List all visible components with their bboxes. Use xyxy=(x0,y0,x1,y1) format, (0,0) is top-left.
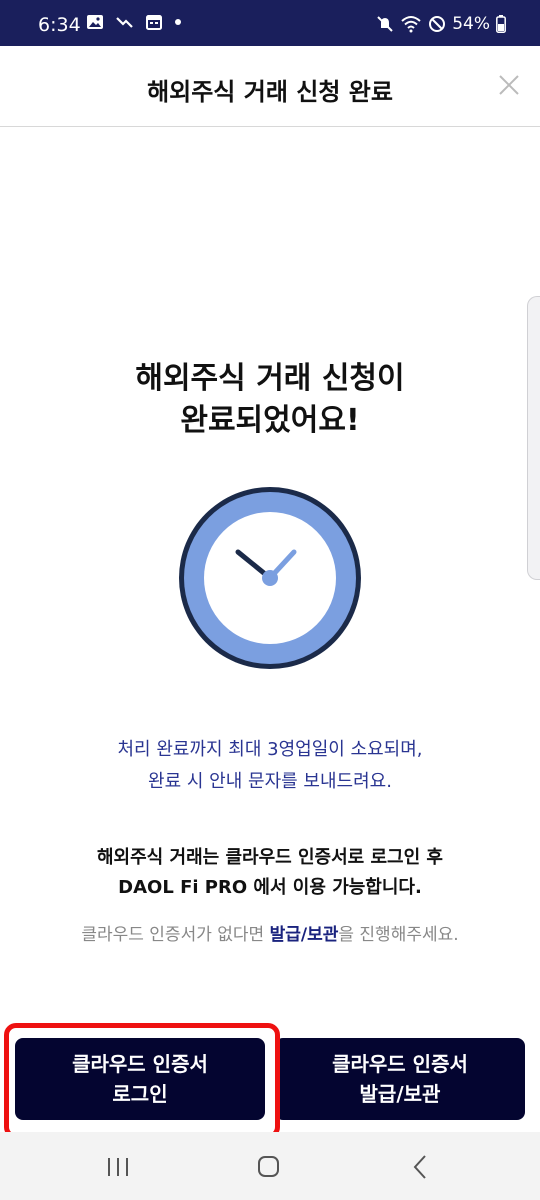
home-icon[interactable] xyxy=(248,1152,288,1182)
navigation-bar xyxy=(0,1132,540,1200)
completion-title-line1: 해외주식 거래 신청이 xyxy=(135,361,405,396)
wifi-icon xyxy=(401,16,421,33)
login-button-line2: 로그인 xyxy=(112,1082,168,1106)
clock-icon xyxy=(179,487,361,669)
login-button-line1: 클라우드 인증서 xyxy=(72,1052,208,1076)
certificate-hint-suffix: 을 진행해주세요. xyxy=(338,925,459,945)
recent-apps-icon[interactable] xyxy=(98,1152,138,1182)
status-icons-right: 54% xyxy=(376,14,506,34)
processing-info-line1: 처리 완료까지 최대 3영업일이 소요되며, xyxy=(117,739,423,760)
missed-call-icon xyxy=(116,17,133,28)
certificate-hint-prefix: 클라우드 인증서가 없다면 xyxy=(81,925,270,945)
mute-icon xyxy=(377,16,393,32)
status-icons-left xyxy=(86,14,182,30)
do-not-disturb-icon xyxy=(429,16,446,32)
calendar-icon xyxy=(146,15,162,30)
back-icon[interactable] xyxy=(400,1152,440,1182)
certificate-hint: 클라우드 인증서가 없다면 발급/보관을 진행해주세요. xyxy=(0,920,540,945)
trading-notice-line2: DAOL Fi PRO 에서 이용 가능합니다. xyxy=(118,877,422,898)
processing-info-line2: 완료 시 안내 문자를 보내드려요. xyxy=(148,771,392,792)
trading-notice-line1: 해외주식 거래는 클라우드 인증서로 로그인 후 xyxy=(97,847,443,868)
completion-title-line2: 완료되었어요! xyxy=(180,403,360,438)
cloud-cert-login-button[interactable]: 클라우드 인증서 로그인 xyxy=(15,1038,265,1120)
issue-button-line1: 클라우드 인증서 xyxy=(332,1052,468,1076)
issue-button-line2: 발급/보관 xyxy=(359,1082,441,1106)
header: 해외주식 거래 신청 완료 xyxy=(0,46,540,127)
battery-icon xyxy=(496,15,506,33)
page-title: 해외주식 거래 신청 완료 xyxy=(147,78,393,106)
image-icon xyxy=(87,15,103,29)
trading-notice: 해외주식 거래는 클라우드 인증서로 로그인 후 DAOL Fi PRO 에서 … xyxy=(0,843,540,903)
dot-icon xyxy=(175,19,181,25)
battery-percent: 54% xyxy=(452,14,490,34)
cloud-cert-issue-button[interactable]: 클라우드 인증서 발급/보관 xyxy=(275,1038,525,1120)
completion-title: 해외주식 거래 신청이 완료되었어요! xyxy=(0,358,540,442)
status-bar: 6:34 54% xyxy=(0,0,540,46)
processing-info: 처리 완료까지 최대 3영업일이 소요되며, 완료 시 안내 문자를 보내드려요… xyxy=(0,734,540,798)
status-time: 6:34 xyxy=(38,14,81,36)
close-icon[interactable] xyxy=(494,70,524,100)
certificate-hint-bold: 발급/보관 xyxy=(269,925,339,945)
